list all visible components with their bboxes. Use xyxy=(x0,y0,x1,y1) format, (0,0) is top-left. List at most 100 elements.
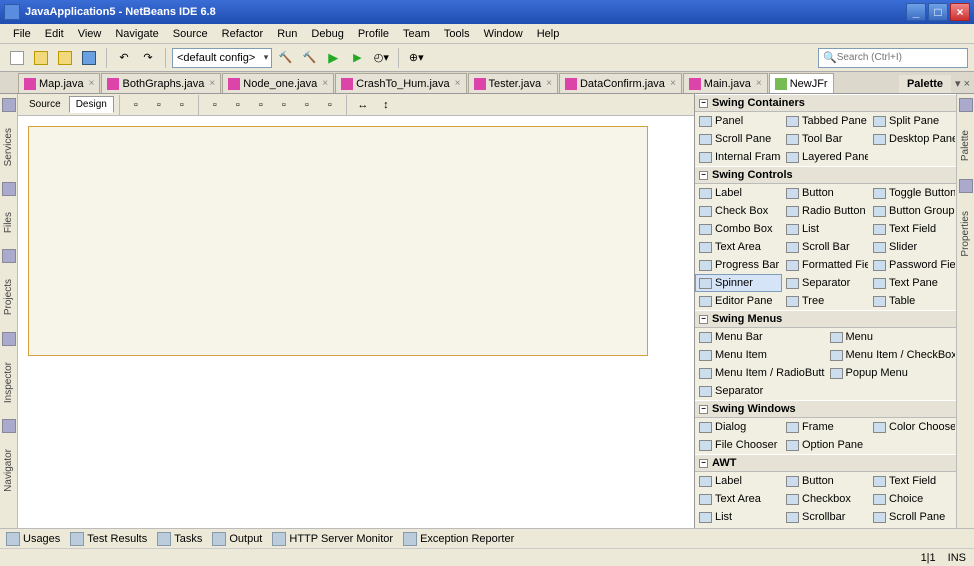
save-all-button[interactable] xyxy=(78,47,100,69)
category-swing-windows[interactable]: −Swing Windows xyxy=(695,400,956,418)
build-button[interactable]: 🔨 xyxy=(274,47,296,69)
palette-item-tool-bar[interactable]: Tool Bar xyxy=(782,130,869,148)
palette-item-panel[interactable]: Panel xyxy=(695,112,782,130)
palette-item-checkbox[interactable]: Checkbox xyxy=(782,490,869,508)
palette-item-combo-box[interactable]: Combo Box xyxy=(695,220,782,238)
palette-item-slider[interactable]: Slider xyxy=(869,238,956,256)
undo-button[interactable]: ↶ xyxy=(113,47,135,69)
palette-item-internal-frame[interactable]: Internal Frame xyxy=(695,148,782,166)
sidetab-files[interactable]: Files xyxy=(2,208,15,237)
clean-build-button[interactable]: 🔨 xyxy=(298,47,320,69)
palette-close-icon[interactable]: × xyxy=(964,78,970,90)
resize-h-button[interactable]: ↔ xyxy=(352,94,374,116)
palette-item-list[interactable]: List xyxy=(782,220,869,238)
sidetab-navigator[interactable]: Navigator xyxy=(2,445,15,496)
status-usages[interactable]: Usages xyxy=(6,532,60,546)
palette-item-layered-pane[interactable]: Layered Pane xyxy=(782,148,869,166)
palette-item-text-field[interactable]: Text Field xyxy=(869,472,956,490)
palette-item-spinner[interactable]: Spinner xyxy=(695,274,782,292)
palette-item-text-area[interactable]: Text Area xyxy=(695,238,782,256)
palette-item-table[interactable]: Table xyxy=(869,292,956,310)
palette-item-password-field[interactable]: Password Field xyxy=(869,256,956,274)
search-box[interactable]: 🔍 xyxy=(818,48,968,68)
menu-run[interactable]: Run xyxy=(270,26,304,42)
palette-item-frame[interactable]: Frame xyxy=(782,418,869,436)
search-input[interactable] xyxy=(837,52,969,63)
tab-crashto[interactable]: CrashTo_Hum.java× xyxy=(335,73,466,93)
source-mode-button[interactable]: Source xyxy=(22,96,68,113)
menu-window[interactable]: Window xyxy=(477,26,530,42)
design-mode-button[interactable]: Design xyxy=(69,96,114,113)
palette-item-button[interactable]: Button xyxy=(782,184,869,202)
tab-close-icon[interactable]: × xyxy=(756,78,762,89)
config-dropdown[interactable]: <default config> xyxy=(172,48,272,68)
palette-item-choice[interactable]: Choice xyxy=(869,490,956,508)
palette-item-toggle-button[interactable]: Toggle Button xyxy=(869,184,956,202)
menu-refactor[interactable]: Refactor xyxy=(215,26,271,42)
palette-item-scrollbar[interactable]: Scrollbar xyxy=(782,508,869,526)
palette-item-text-field[interactable]: Text Field xyxy=(869,220,956,238)
menu-tools[interactable]: Tools xyxy=(437,26,477,42)
tab-nodeone[interactable]: Node_one.java× xyxy=(222,73,334,93)
palette-item-tabbed-pane[interactable]: Tabbed Pane xyxy=(782,112,869,130)
sidetab-services[interactable]: Services xyxy=(2,124,15,170)
connection-mode-button[interactable]: ▫ xyxy=(148,94,170,116)
jframe-canvas[interactable] xyxy=(28,126,648,356)
palette-icon[interactable] xyxy=(959,98,973,112)
navigator-icon[interactable] xyxy=(2,419,16,433)
sidetab-projects[interactable]: Projects xyxy=(2,275,15,319)
sidetab-properties[interactable]: Properties xyxy=(959,207,972,261)
maximize-button[interactable]: □ xyxy=(928,3,948,21)
tab-bothgraphs[interactable]: BothGraphs.java× xyxy=(101,73,221,93)
tab-close-icon[interactable]: × xyxy=(89,78,95,89)
files-icon[interactable] xyxy=(2,182,16,196)
palette-item-split-pane[interactable]: Split Pane xyxy=(869,112,956,130)
new-file-button[interactable] xyxy=(6,47,28,69)
tab-close-icon[interactable]: × xyxy=(322,78,328,89)
menu-file[interactable]: File xyxy=(6,26,38,42)
collapse-icon[interactable]: − xyxy=(699,315,708,324)
category-swing-menus[interactable]: −Swing Menus xyxy=(695,310,956,328)
palette-item-menu[interactable]: Menu xyxy=(826,328,957,346)
services-icon[interactable] xyxy=(2,98,16,112)
align-bottom-button[interactable]: ▫ xyxy=(273,94,295,116)
status-http-monitor[interactable]: HTTP Server Monitor xyxy=(272,532,393,546)
palette-item-formatted-field[interactable]: Formatted Field xyxy=(782,256,869,274)
category-awt[interactable]: −AWT xyxy=(695,454,956,472)
menu-debug[interactable]: Debug xyxy=(304,26,350,42)
properties-icon[interactable] xyxy=(959,179,973,193)
inspector-icon[interactable] xyxy=(2,332,16,346)
align-right-button[interactable]: ▫ xyxy=(227,94,249,116)
palette-item-label[interactable]: Label xyxy=(695,184,782,202)
collapse-icon[interactable]: − xyxy=(699,171,708,180)
minimize-button[interactable]: _ xyxy=(906,3,926,21)
palette-item-dialog[interactable]: Dialog xyxy=(695,418,782,436)
sidetab-palette[interactable]: Palette xyxy=(959,126,972,165)
status-exception-reporter[interactable]: Exception Reporter xyxy=(403,532,514,546)
tab-dataconfirm[interactable]: DataConfirm.java× xyxy=(559,73,682,93)
status-output[interactable]: Output xyxy=(212,532,262,546)
tab-close-icon[interactable]: × xyxy=(670,78,676,89)
palette-item-button[interactable]: Button xyxy=(782,472,869,490)
sidetab-inspector[interactable]: Inspector xyxy=(2,358,15,407)
palette-item-radio-button[interactable]: Radio Button xyxy=(782,202,869,220)
menu-help[interactable]: Help xyxy=(530,26,567,42)
palette-item-menu-item-radiobutton[interactable]: Menu Item / RadioButton xyxy=(695,364,826,382)
menu-team[interactable]: Team xyxy=(396,26,437,42)
palette-item-menu-item-checkbox[interactable]: Menu Item / CheckBox xyxy=(826,346,957,364)
palette-item-menu-item[interactable]: Menu Item xyxy=(695,346,826,364)
selection-mode-button[interactable]: ▫ xyxy=(125,94,147,116)
tab-newjfr[interactable]: NewJFr xyxy=(769,73,834,93)
palette-item-separator[interactable]: Separator xyxy=(695,382,826,400)
center-v-button[interactable]: ▫ xyxy=(319,94,341,116)
palette-item-check-box[interactable]: Check Box xyxy=(695,202,782,220)
palette-item-menu-bar[interactable]: Menu Bar xyxy=(695,328,826,346)
palette-item-option-pane[interactable]: Option Pane xyxy=(782,436,869,454)
attach-debugger-button[interactable]: ⊕▾ xyxy=(405,47,427,69)
palette-item-scroll-pane[interactable]: Scroll Pane xyxy=(695,130,782,148)
palette-item-text-area[interactable]: Text Area xyxy=(695,490,782,508)
palette-item-list[interactable]: List xyxy=(695,508,782,526)
profile-button[interactable]: ◴▾ xyxy=(370,47,392,69)
palette-item-progress-bar[interactable]: Progress Bar xyxy=(695,256,782,274)
preview-button[interactable]: ▫ xyxy=(171,94,193,116)
